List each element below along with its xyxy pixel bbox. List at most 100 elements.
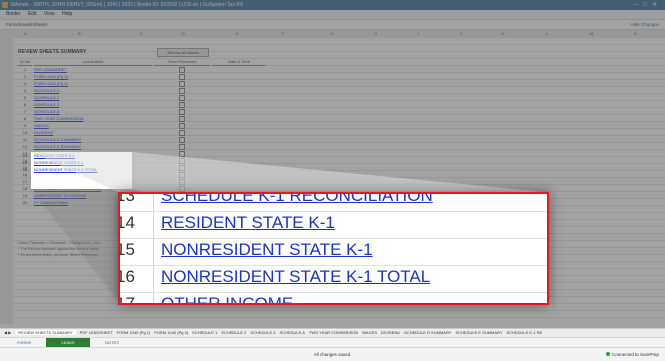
reviewed-checkbox[interactable] — [179, 67, 185, 73]
zoom-link[interactable]: SCHEDULE K-1 RECONCILIATION — [161, 194, 433, 206]
zoom-callout: 13SCHEDULE K-1 RECONCILIATION 14RESIDENT… — [118, 192, 549, 305]
path-bar: Forms\Leads\Sheets Hide Changes — [0, 20, 665, 30]
leadsheet-link[interactable]: PY Deleted Entities — [34, 199, 68, 206]
leadsheet-link[interactable]: SCHEDULE D SUMMARY — [34, 136, 81, 143]
nav-leads[interactable]: LEADS — [46, 338, 90, 347]
sheet-tab[interactable]: FORM 1040 (Pg 1) — [117, 330, 151, 335]
leadsheet-link[interactable]: SCHEDULE 3 — [34, 101, 59, 108]
leadsheet-link[interactable]: UNREPORTED TIP INCOME — [34, 192, 86, 199]
leadsheet-link[interactable]: FORM 1040 (Pg 2) — [34, 80, 68, 87]
sheet-tab[interactable]: SCHEDULE E SUMMARY — [455, 330, 502, 335]
reviewed-checkbox[interactable] — [179, 123, 185, 129]
reviewed-checkbox[interactable] — [179, 130, 185, 136]
row-number: 20 — [22, 200, 28, 205]
leadsheet-link[interactable]: TWO YEAR COMPARISON — [34, 115, 83, 122]
bottom-nav: FORMS LEADS NOTES — [0, 337, 665, 347]
window-controls[interactable]: –□✕ — [635, 0, 662, 10]
zoom-link[interactable]: NONRESIDENT STATE K-1 — [161, 240, 373, 260]
notes: Green Tickmark = Reviewed , Change icon … — [18, 240, 103, 258]
save-status: All changes saved. — [313, 352, 352, 357]
header-date-time: Date & Time — [212, 58, 266, 66]
window-title: SMondo - SMITH, JOHN (00HVT_03Smt) | 104… — [10, 2, 244, 8]
menu-bar: Binder Edit View Help — [0, 10, 665, 20]
reviewed-checkbox[interactable] — [179, 95, 185, 101]
row-number: 7 — [23, 109, 27, 114]
row-number: 3 — [23, 81, 27, 86]
reviewed-checkbox[interactable] — [179, 109, 185, 115]
menu-edit[interactable]: Edit — [28, 11, 37, 17]
menu-binder[interactable]: Binder — [6, 11, 20, 17]
reviewed-checkbox[interactable] — [179, 165, 185, 171]
row-number: 5 — [23, 95, 27, 100]
sheet-tab[interactable]: PDF LEADSHEET — [80, 330, 113, 335]
reviewed-checkbox[interactable] — [179, 172, 185, 178]
reviewed-checkbox[interactable] — [179, 102, 185, 108]
nav-forms[interactable]: FORMS — [2, 338, 46, 347]
row-number: 6 — [23, 102, 27, 107]
zoom-row: 14RESIDENT STATE K-1 — [120, 211, 547, 239]
leadsheet-link[interactable]: FORM 1040 (Pg 1) — [34, 73, 68, 80]
row-header-bar — [0, 37, 14, 324]
leadsheet-link[interactable]: WAGES — [34, 122, 49, 129]
row-number: 4 — [23, 88, 27, 93]
zoom-row: 13SCHEDULE K-1 RECONCILIATION — [120, 194, 547, 212]
zoom-link[interactable]: RESIDENT STATE K-1 — [161, 213, 335, 233]
reviewed-checkbox[interactable] — [179, 74, 185, 80]
leadsheet-link[interactable]: SCHEDULE 1 — [34, 87, 59, 94]
leadsheet-link[interactable]: SCHEDULE 2 — [34, 94, 59, 101]
zoom-row: 17OTHER INCOME — [120, 292, 547, 303]
sheet-tab[interactable]: SCHEDULE 1 — [192, 330, 217, 335]
highlight-region: 14 RESIDENT STATE K-1 15 NONRESIDENT STATE… — [23, 152, 132, 189]
header-sheet-reviewed: Sheet Reviewed — [154, 58, 210, 66]
title-bar: SMondo - SMITH, JOHN (00HVT_03Smt) | 104… — [0, 0, 665, 10]
header-leadsheets: Leadsheets — [34, 58, 152, 66]
row-number: 8 — [23, 116, 27, 121]
nav-notes[interactable]: NOTES — [90, 338, 134, 347]
sheet-tab[interactable]: WAGES — [362, 330, 377, 335]
leadsheet-link[interactable]: DIVIDEND — [34, 129, 53, 136]
hide-changes-link[interactable]: Hide Changes — [630, 20, 659, 29]
sheet-tabs: ◀ ▶ REVIEW SHEETS SUMMARY PDF LEADSHEET FOR… — [0, 328, 665, 337]
zoom-link[interactable]: OTHER INCOME — [161, 294, 293, 303]
menu-help[interactable]: Help — [62, 11, 72, 17]
reviewed-checkbox[interactable] — [179, 151, 185, 157]
reviewed-checkbox[interactable] — [179, 179, 185, 185]
row-number: 2 — [23, 74, 27, 79]
reviewed-checkbox[interactable] — [179, 137, 185, 143]
row-number: 12 — [22, 144, 28, 149]
reviewed-checkbox[interactable] — [179, 116, 185, 122]
tab-scroll-arrows[interactable]: ◀ ▶ — [4, 330, 11, 335]
sheet-tab[interactable]: REVIEW SHEETS SUMMARY — [15, 330, 76, 335]
connection-status: Connected to SurePrep — [605, 348, 659, 361]
review-all-sheets-button[interactable]: Review all sheets — [157, 48, 209, 57]
status-bar: All changes saved. Connected to SurePrep — [0, 347, 665, 361]
app-logo-icon — [2, 2, 8, 8]
reviewed-checkbox[interactable] — [179, 88, 185, 94]
zoom-link[interactable]: NONRESIDENT STATE K-1 TOTAL — [161, 267, 430, 287]
sheet-tab[interactable]: SCHEDULE K-1 RE — [507, 330, 543, 335]
row-number: 11 — [22, 137, 28, 142]
sheet-tab[interactable]: SCHEDULE 2 — [221, 330, 246, 335]
zoom-row: 16NONRESIDENT STATE K-1 TOTAL — [120, 265, 547, 293]
row-number: 1 — [23, 67, 27, 72]
note-line: * To Unreview sheet, uncheck 'Sheet Revi… — [18, 253, 102, 257]
sheet-tab[interactable]: SCHEDULE 3 — [250, 330, 275, 335]
leadsheet-link[interactable]: SCHEDULE A — [34, 108, 59, 115]
reviewed-checkbox[interactable] — [179, 158, 185, 164]
leadsheet-link[interactable]: SCHEDULE E SUMMARY — [34, 143, 81, 150]
reviewed-checkbox[interactable] — [179, 81, 185, 87]
connected-icon — [605, 352, 610, 356]
sheet-tab[interactable]: DIVIDEND — [381, 330, 400, 335]
header-sr-no: Sr No — [18, 59, 32, 66]
sheet-tab[interactable]: FORM 1040 (Pg 2) — [154, 330, 188, 335]
leadsheet-link[interactable]: PDF LEADSHEET — [34, 66, 67, 73]
sheet-tab[interactable]: SCHEDULE A — [280, 330, 305, 335]
sheet-tab[interactable]: SCHEDULE D SUMMARY — [404, 330, 451, 335]
menu-view[interactable]: View — [44, 11, 55, 17]
row-number: 17 — [22, 179, 28, 184]
reviewed-checkbox[interactable] — [179, 144, 185, 150]
row-number: 19 — [22, 193, 28, 198]
row-number: 10 — [22, 130, 28, 135]
row-number: 9 — [23, 123, 27, 128]
sheet-tab[interactable]: TWO YEAR COMPARISON — [309, 330, 358, 335]
